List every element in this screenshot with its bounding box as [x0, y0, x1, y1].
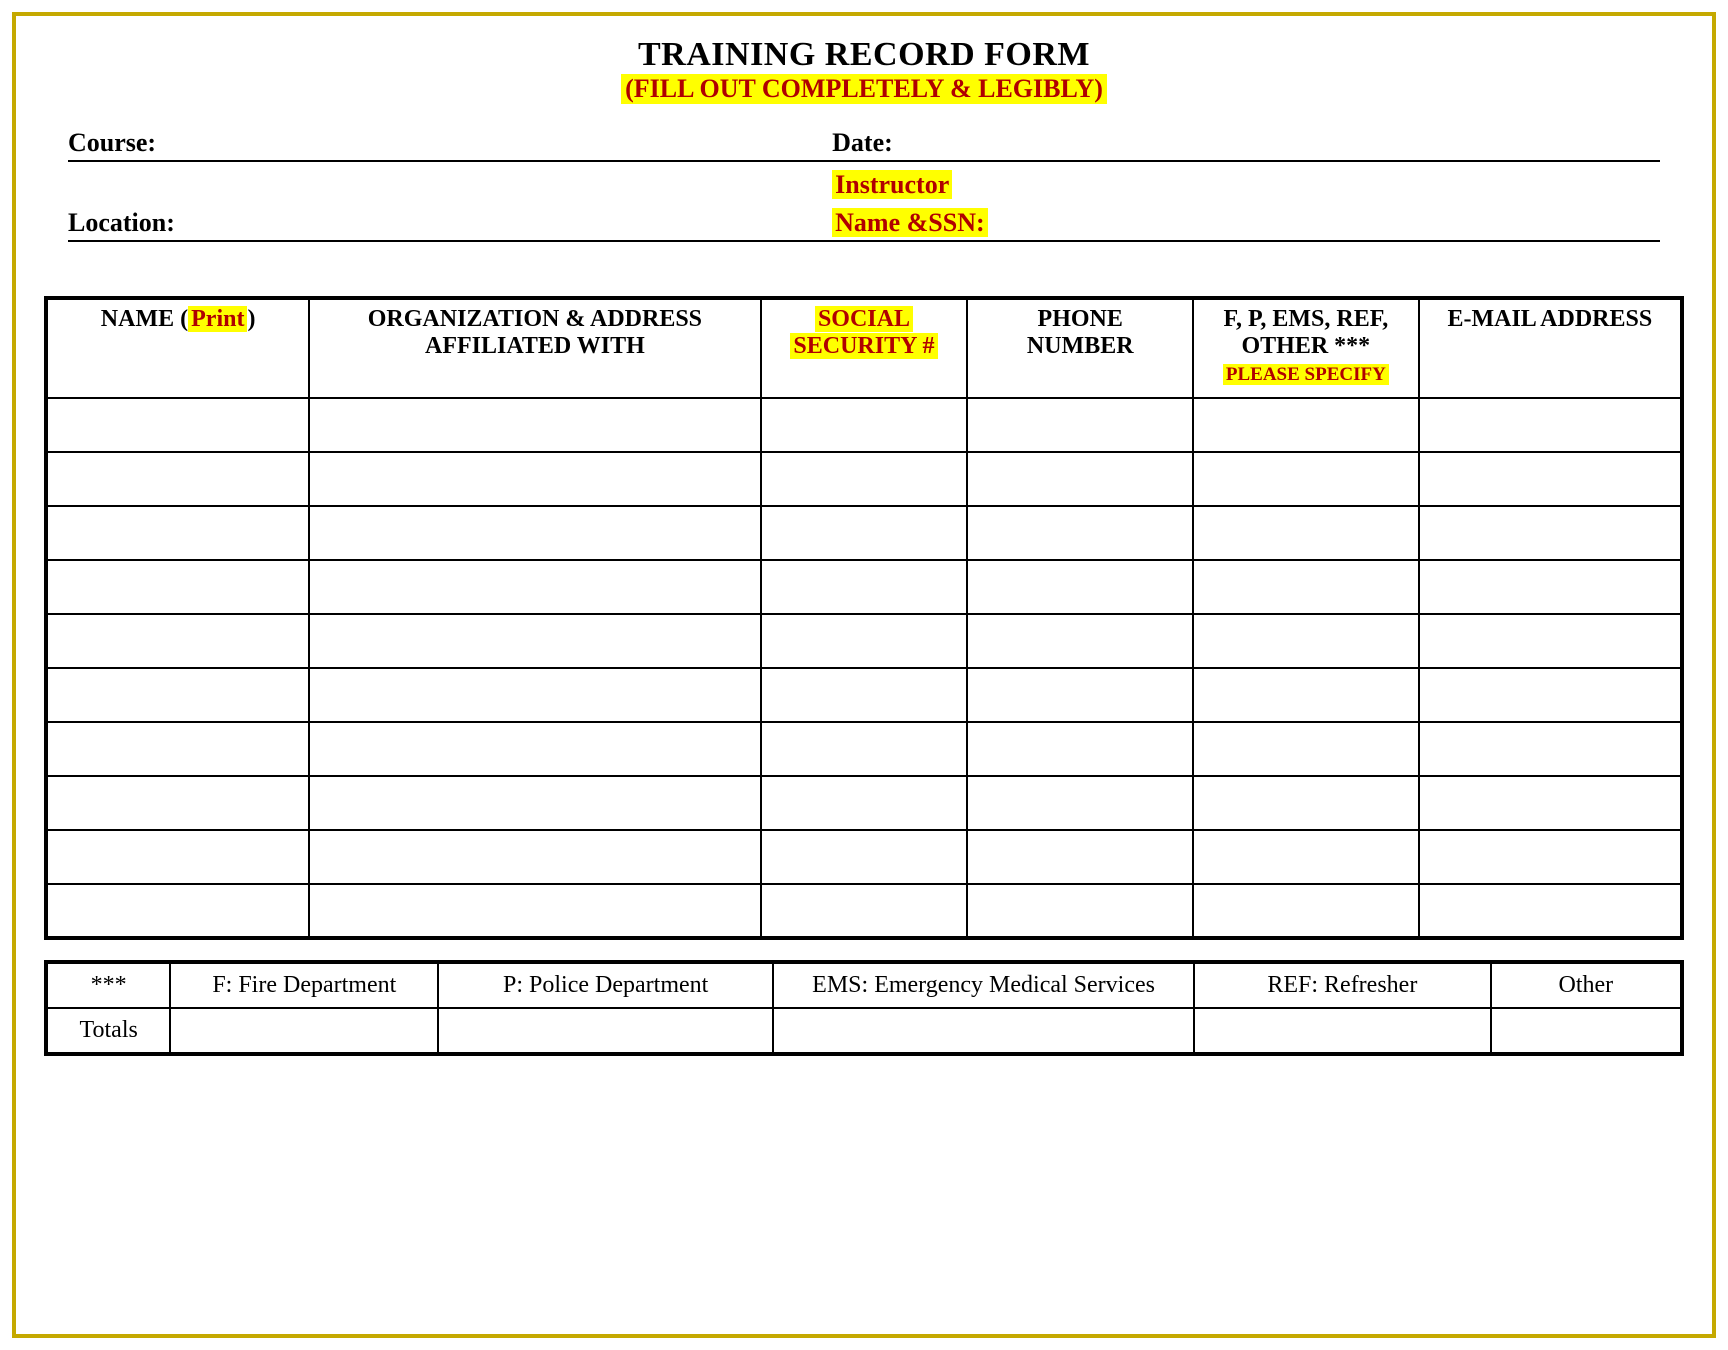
table-row[interactable] [46, 614, 1682, 668]
attendee-tbody [46, 398, 1682, 938]
form-container: TRAINING RECORD FORM (FILL OUT COMPLETEL… [12, 12, 1716, 1338]
meta-row-2: Location: Name &SSN: [68, 202, 1660, 242]
title-block: TRAINING RECORD FORM (FILL OUT COMPLETEL… [44, 36, 1684, 104]
col-header-org: ORGANIZATION & ADDRESS AFFILIATED WITH [309, 298, 760, 398]
table-row[interactable] [46, 668, 1682, 722]
table-row[interactable] [46, 560, 1682, 614]
totals-other[interactable] [1491, 1008, 1682, 1054]
table-row[interactable] [46, 398, 1682, 452]
totals-p[interactable] [438, 1008, 773, 1054]
col-header-type: F, P, EMS, REF, OTHER *** PLEASE SPECIFY [1193, 298, 1419, 398]
legend-ref: REF: Refresher [1194, 962, 1491, 1008]
form-title: TRAINING RECORD FORM [44, 36, 1684, 74]
legend-other: Other [1491, 962, 1682, 1008]
table-row[interactable] [46, 722, 1682, 776]
table-row[interactable] [46, 776, 1682, 830]
legend-ems: EMS: Emergency Medical Services [773, 962, 1194, 1008]
totals-label: Totals [46, 1008, 170, 1054]
legend-stars: *** [46, 962, 170, 1008]
meta-section: Course: Date: Instructor Location: Name … [68, 122, 1660, 242]
legend-row: *** F: Fire Department P: Police Departm… [46, 962, 1682, 1008]
col-header-phone: PHONE NUMBER [967, 298, 1193, 398]
col-header-ssn: SOCIAL SECURITY # [761, 298, 968, 398]
legend-f: F: Fire Department [170, 962, 438, 1008]
legend-p: P: Police Department [438, 962, 773, 1008]
instructor-label-2: Name &SSN: [832, 208, 988, 237]
date-label: Date: [832, 128, 1660, 160]
meta-row-1: Course: Date: [68, 122, 1660, 162]
totals-ems[interactable] [773, 1008, 1194, 1054]
legend-table: *** F: Fire Department P: Police Departm… [44, 960, 1684, 1056]
meta-instructor-row-1: Instructor [68, 162, 1660, 202]
table-row[interactable] [46, 506, 1682, 560]
form-subtitle: (FILL OUT COMPLETELY & LEGIBLY) [621, 74, 1107, 104]
course-label: Course: [68, 128, 832, 160]
instructor-label-1: Instructor [832, 170, 952, 199]
totals-f[interactable] [170, 1008, 438, 1054]
table-row[interactable] [46, 830, 1682, 884]
totals-ref[interactable] [1194, 1008, 1491, 1054]
totals-row: Totals [46, 1008, 1682, 1054]
header-row: NAME (Print) ORGANIZATION & ADDRESS AFFI… [46, 298, 1682, 398]
col-header-email: E-MAIL ADDRESS [1419, 298, 1682, 398]
table-row[interactable] [46, 452, 1682, 506]
attendee-table: NAME (Print) ORGANIZATION & ADDRESS AFFI… [44, 296, 1684, 940]
location-label: Location: [68, 208, 832, 240]
table-row[interactable] [46, 884, 1682, 938]
col-header-name: NAME (Print) [46, 298, 309, 398]
